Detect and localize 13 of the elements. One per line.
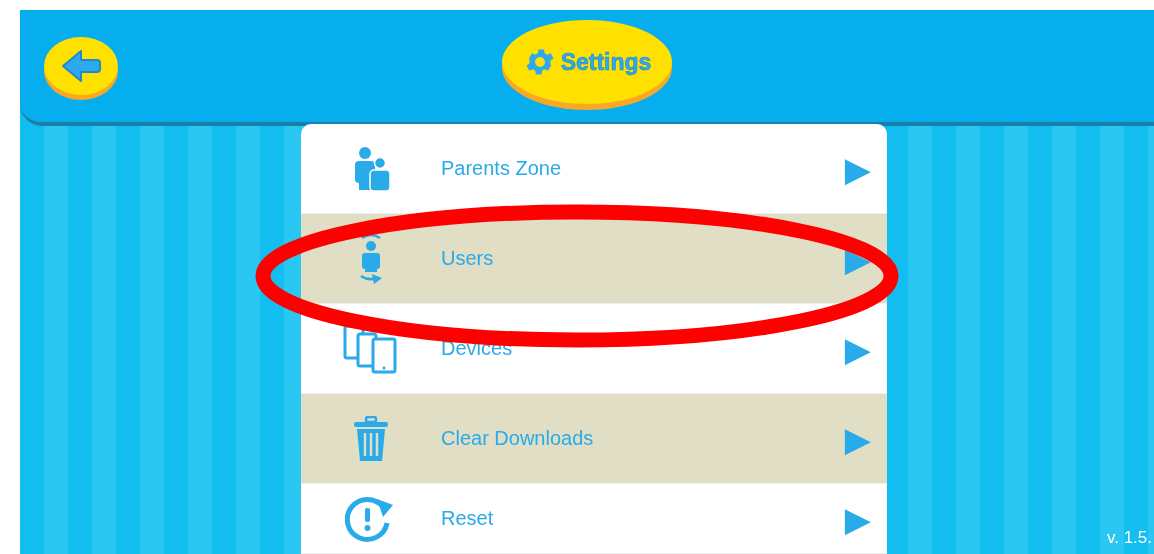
chevron-icon: ▶ <box>844 501 871 536</box>
menu-item[interactable]: Reset ▶ <box>301 484 887 554</box>
trash-icon <box>353 415 389 462</box>
chevron-icon: ▶ <box>844 151 871 186</box>
menu-item-label: Parents Zone <box>441 157 563 180</box>
left-arrow-icon <box>61 48 101 84</box>
menu-item-label: Users <box>441 247 495 270</box>
menu-item[interactable]: Clear Downloads ▶ <box>301 394 887 484</box>
menu-item-label: Reset <box>441 507 495 530</box>
chevron-icon: ▶ <box>844 331 871 366</box>
chevron-icon: ▶ <box>844 421 871 456</box>
menu-item-label: Clear Downloads <box>441 427 595 450</box>
version-label: v. 1.5. <box>1106 528 1152 548</box>
